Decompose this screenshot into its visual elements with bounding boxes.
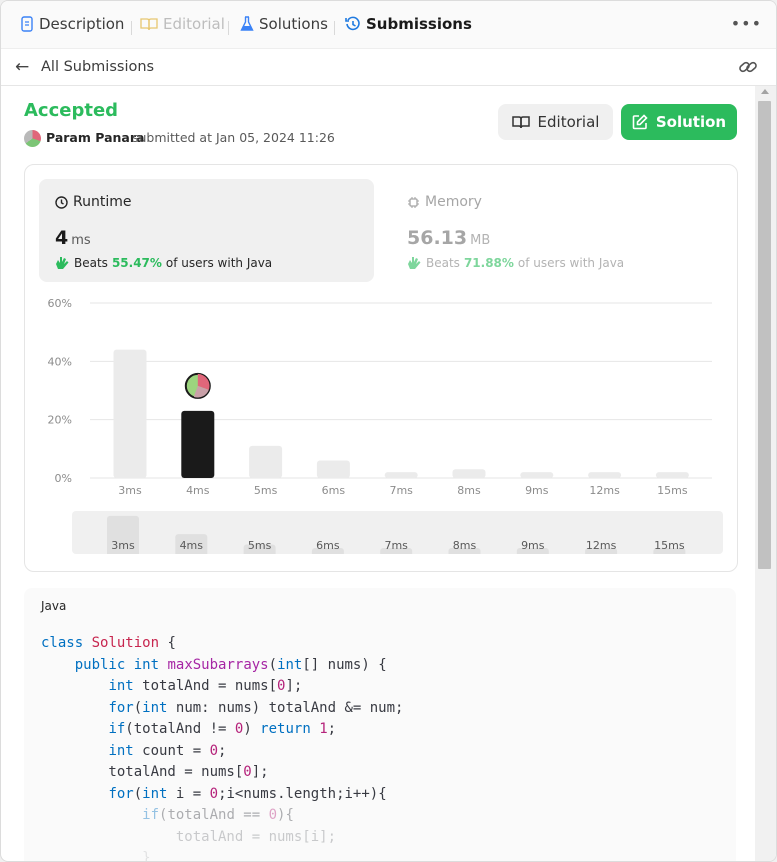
history-icon [345,16,360,31]
clap-icon [408,257,421,269]
bar [520,472,554,478]
memory-beats: Beats 71.88% of users with Java [407,256,624,270]
y-tick-label: 0% [55,472,72,485]
bar [655,472,689,478]
runtime-unit: ms [71,233,91,248]
author-name[interactable]: Param Panara [46,130,144,145]
more-options-icon[interactable]: ••• [731,14,762,33]
solution-button-label: Solution [655,113,727,131]
scrubber-label: 4ms [180,539,204,552]
edit-icon [632,114,648,130]
x-tick-label: 3ms [118,484,142,497]
tab-divider [228,21,229,35]
code-language: Java [41,599,67,613]
avatar[interactable] [24,130,41,147]
scrubber-label: 7ms [384,539,408,552]
y-tick-label: 60% [48,297,72,310]
tab-solutions[interactable]: Solutions [240,13,328,35]
x-tick-label: 6ms [322,484,346,497]
back-arrow-icon[interactable]: ← [15,57,29,77]
clock-icon [55,195,68,209]
tab-submissions[interactable]: Submissions [345,13,472,35]
y-tick-label: 20% [48,414,72,427]
bar [316,460,350,478]
memory-value: 56.13 MB [407,227,490,249]
bar-highlight [181,410,215,478]
x-tick-label: 15ms [657,484,688,497]
editorial-button[interactable]: Editorial [498,104,613,140]
x-tick-label: 7ms [389,484,413,497]
x-tick-label: 4ms [186,484,210,497]
x-tick-label: 8ms [457,484,481,497]
all-submissions-link[interactable]: All Submissions [41,59,154,75]
tab-submissions-label: Submissions [366,15,472,33]
scrubber-label: 15ms [654,539,685,552]
status-label: Accepted [24,100,119,121]
document-icon [21,16,33,32]
editorial-button-label: Editorial [537,113,600,131]
chart-range-scrubber[interactable]: 3ms 4ms 5ms 6ms 7ms 8ms 9ms 12ms 15ms [72,511,723,554]
code-text: class Solution { public int maxSubarrays… [41,635,404,862]
runtime-beats-percent: 55.47% [111,256,162,270]
runtime-distribution-chart[interactable]: 0% 20% 40% 60% 3ms 4ms 5ms 6ms 7ms 8ms 9ms 12ms 15ms [25,290,737,500]
tab-bar: Description Editorial Solutions Submissi… [1,1,776,49]
tab-description-label: Description [39,15,125,33]
scrubber-label: 12ms [586,539,617,552]
submission-content: Accepted Param Panara submitted at Jan 0… [1,86,755,862]
scrubber-label: 6ms [316,539,340,552]
memory-card[interactable]: Memory 56.13 MB Beats 71.88% of users wit… [391,179,721,282]
submitted-time: submitted at Jan 05, 2024 11:26 [132,130,335,145]
x-tick-label: 9ms [525,484,549,497]
memory-unit: MB [470,233,491,248]
scrubber-label: 5ms [248,539,272,552]
y-tick-label: 40% [48,355,72,368]
tab-divider [334,21,335,35]
chip-icon [408,196,419,208]
runtime-value: 4 ms [55,227,91,249]
memory-title: Memory [407,194,482,210]
bar [113,349,147,478]
memory-beats-prefix: Beats [426,256,460,270]
runtime-beats-suffix: of users with Java [165,256,273,270]
book-icon [140,18,158,31]
scroll-up-arrow[interactable] [761,89,769,94]
bar [588,472,622,478]
runtime-number: 4 [55,227,69,249]
submission-panel: Description Editorial Solutions Submissi… [0,0,777,862]
performance-panel: Runtime 4 ms Beats 55.47% of users with J… [24,164,738,572]
tab-divider [131,21,132,35]
scrollbar[interactable] [755,86,776,861]
flask-icon [240,16,254,31]
runtime-beats-prefix: Beats [74,256,108,270]
link-icon[interactable] [738,57,758,77]
code-block: Java class Solution { public int maxSuba… [24,588,736,862]
runtime-card[interactable]: Runtime 4 ms Beats 55.47% of users with J… [39,179,374,282]
runtime-label: Runtime [73,194,132,210]
back-bar: ← All Submissions [1,49,776,86]
tab-editorial[interactable]: Editorial [140,13,225,35]
book-open-icon [511,116,530,129]
tab-description[interactable]: Description [20,13,124,35]
bar [452,469,486,478]
bar [384,472,418,478]
scrubber-mini-chart: 3ms 4ms 5ms 6ms 7ms 8ms 9ms 12ms 15ms [107,515,686,554]
memory-beats-percent: 71.88% [463,256,514,270]
runtime-beats: Beats 55.47% of users with Java [55,256,272,270]
runtime-title: Runtime [55,194,131,210]
tab-solutions-label: Solutions [259,15,328,33]
x-tick-label: 12ms [589,484,620,497]
scrubber-label: 9ms [521,539,545,552]
solution-button[interactable]: Solution [621,104,737,140]
x-tick-label: 5ms [254,484,278,497]
scroll-thumb[interactable] [758,101,771,569]
memory-beats-suffix: of users with Java [517,256,625,270]
bar [249,445,283,478]
clap-icon [56,257,69,269]
scrubber-label: 8ms [453,539,477,552]
memory-number: 56.13 [407,227,468,249]
memory-label: Memory [425,194,482,210]
scrubber-label: 3ms [111,539,135,552]
tab-editorial-label: Editorial [163,15,225,33]
